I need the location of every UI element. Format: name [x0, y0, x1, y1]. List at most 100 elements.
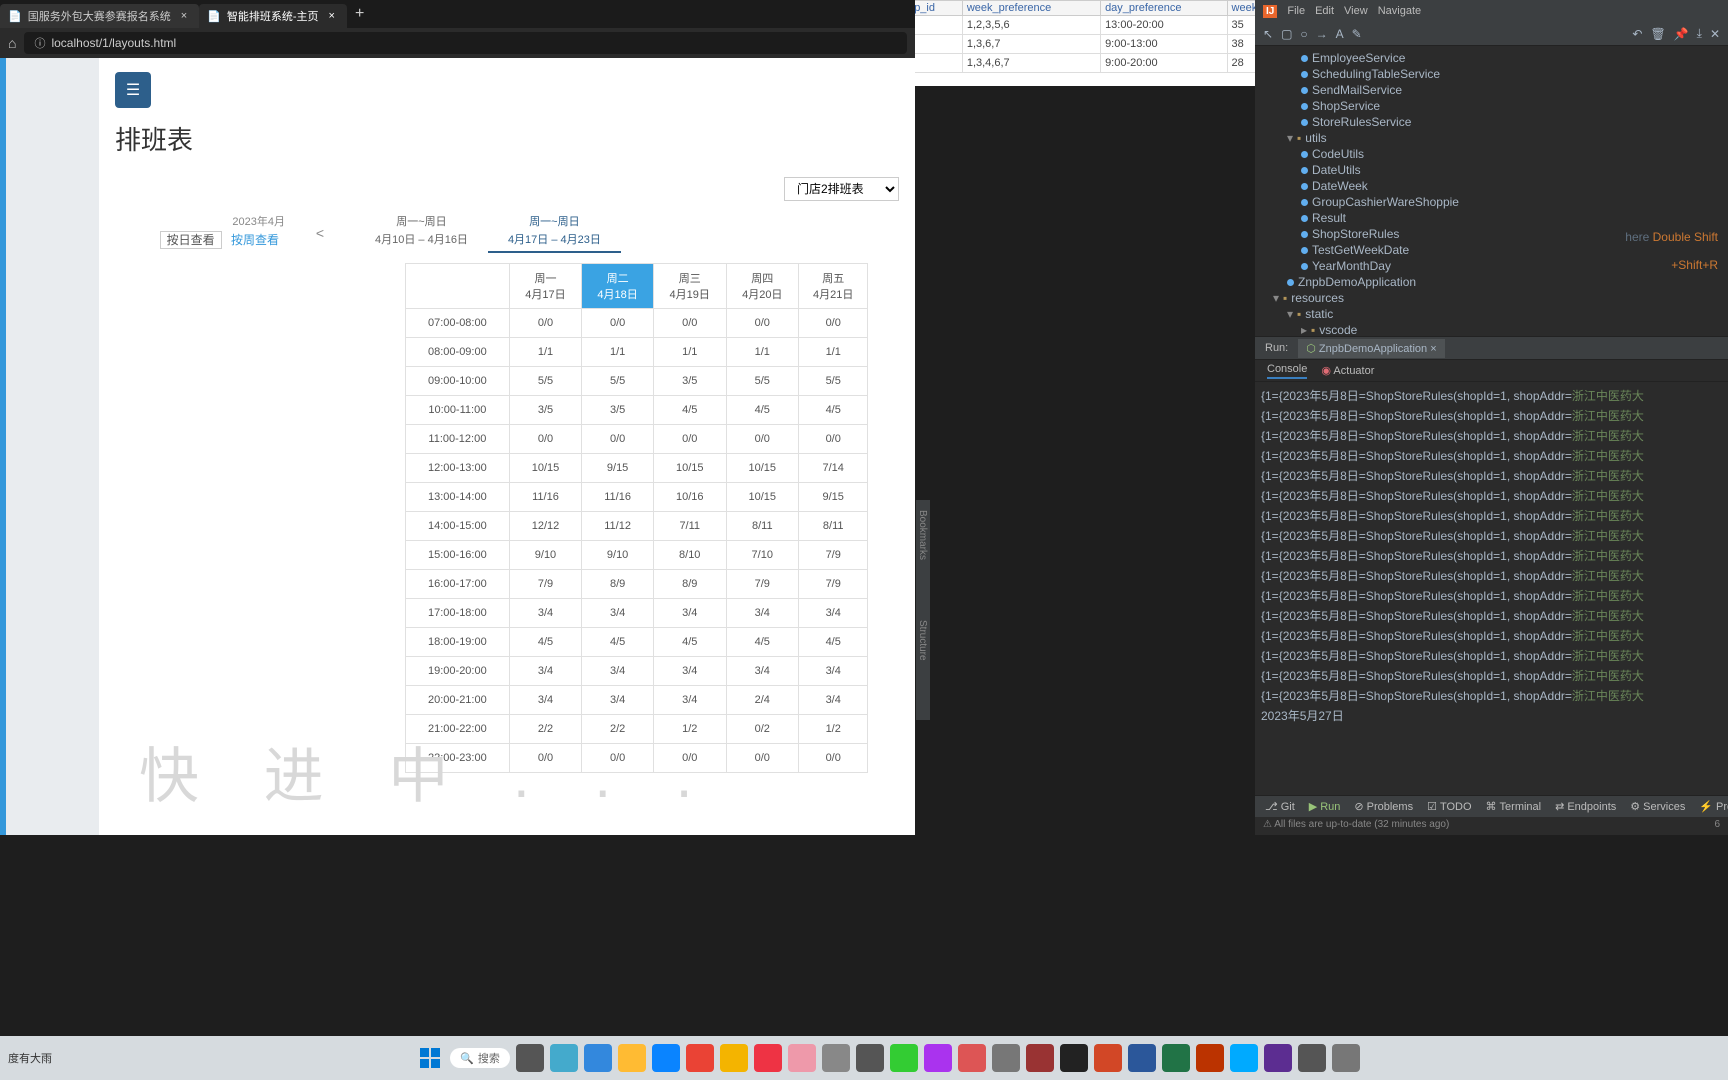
tree-item[interactable]: ▾ ▪ resources — [1273, 290, 1728, 306]
taskbar-ide-icon[interactable] — [1332, 1044, 1360, 1072]
taskbar-term-icon[interactable] — [992, 1044, 1020, 1072]
schedule-cell[interactable]: 10/15 — [726, 454, 799, 483]
tree-item[interactable]: CodeUtils — [1273, 146, 1728, 162]
taskbar-vid-icon[interactable] — [1264, 1044, 1292, 1072]
schedule-cell[interactable]: 7/10 — [726, 541, 799, 570]
tree-item[interactable]: GroupCashierWareShoppie — [1273, 194, 1728, 210]
taskbar-pdf-icon[interactable] — [1128, 1044, 1156, 1072]
schedule-cell[interactable]: 7/14 — [799, 454, 868, 483]
schedule-cell[interactable]: 10/15 — [726, 483, 799, 512]
schedule-cell[interactable]: 3/4 — [582, 657, 654, 686]
toolwindow-run[interactable]: ▶ Run — [1309, 800, 1341, 813]
schedule-cell[interactable]: 0/0 — [509, 425, 582, 454]
taskbar-text-icon[interactable] — [788, 1044, 816, 1072]
taskbar-set-icon[interactable] — [1298, 1044, 1326, 1072]
schedule-cell[interactable]: 5/5 — [509, 367, 582, 396]
schedule-cell[interactable]: 10/16 — [653, 483, 726, 512]
day-header[interactable]: 周三4月19日 — [653, 264, 726, 309]
schedule-cell[interactable]: 5/5 — [582, 367, 654, 396]
schedule-cell[interactable]: 0/2 — [726, 715, 799, 744]
schedule-cell[interactable]: 4/5 — [653, 396, 726, 425]
taskbar-chat-icon[interactable] — [550, 1044, 578, 1072]
hamburger-button[interactable]: ☰ — [115, 72, 151, 108]
bookmarks-tab[interactable]: Bookmarks — [917, 510, 928, 560]
schedule-cell[interactable]: 3/4 — [509, 686, 582, 715]
close-icon[interactable]: × — [1430, 343, 1436, 355]
text-icon[interactable]: A — [1336, 27, 1344, 41]
close-icon[interactable]: × — [325, 10, 339, 22]
tree-item[interactable]: ▾ ▪ utils — [1273, 130, 1728, 146]
address-input[interactable]: ⓘ localhost/1/layouts.html — [24, 32, 907, 54]
schedule-cell[interactable]: 3/4 — [726, 599, 799, 628]
schedule-cell[interactable]: 0/0 — [726, 425, 799, 454]
browser-tab-0[interactable]: 📄 国服务外包大赛参赛报名系统 × — [0, 4, 199, 28]
schedule-cell[interactable]: 8/10 — [653, 541, 726, 570]
schedule-cell[interactable]: 9/10 — [509, 541, 582, 570]
new-tab-button[interactable]: + — [347, 5, 372, 23]
grid-cell[interactable]: 9:00-20:00 — [1101, 54, 1227, 73]
schedule-cell[interactable]: 9/10 — [582, 541, 654, 570]
tree-item[interactable]: ▾ ▪ static — [1273, 306, 1728, 322]
schedule-cell[interactable]: 8/11 — [726, 512, 799, 541]
taskbar-mail-icon[interactable] — [1162, 1044, 1190, 1072]
taskbar-net-icon[interactable] — [1230, 1044, 1258, 1072]
trash-icon[interactable]: 🗑 — [1650, 27, 1665, 41]
toolwindow-terminal[interactable]: ⌘ Terminal — [1486, 800, 1542, 813]
menu-file[interactable]: File — [1287, 5, 1305, 17]
taskbar-chrome-icon[interactable] — [618, 1044, 646, 1072]
schedule-cell[interactable]: 1/1 — [509, 338, 582, 367]
weather-widget[interactable]: 度有大雨 — [8, 1050, 52, 1066]
schedule-cell[interactable]: 3/4 — [726, 657, 799, 686]
schedule-cell[interactable]: 8/9 — [653, 570, 726, 599]
tree-item[interactable]: EmployeeService — [1273, 50, 1728, 66]
schedule-cell[interactable]: 0/0 — [799, 744, 868, 773]
day-header[interactable]: 周五4月21日 — [799, 264, 868, 309]
schedule-cell[interactable]: 0/0 — [653, 425, 726, 454]
taskbar-down-icon[interactable] — [1196, 1044, 1224, 1072]
pen-icon[interactable]: ✎ — [1352, 27, 1362, 41]
tree-item[interactable]: DateUtils — [1273, 162, 1728, 178]
schedule-cell[interactable]: 3/4 — [799, 657, 868, 686]
schedule-cell[interactable]: 3/4 — [653, 599, 726, 628]
schedule-cell[interactable]: 3/5 — [509, 396, 582, 425]
schedule-cell[interactable]: 11/16 — [509, 483, 582, 512]
schedule-cell[interactable]: 3/5 — [653, 367, 726, 396]
tree-item[interactable]: YearMonthDay — [1273, 258, 1728, 274]
console-output[interactable]: {1={2023年5月8日=ShopStoreRules(shopId=1, s… — [1255, 382, 1728, 795]
schedule-cell[interactable]: 3/4 — [653, 686, 726, 715]
schedule-cell[interactable]: 9/15 — [799, 483, 868, 512]
toolwindow-services[interactable]: ⚙ Services — [1630, 800, 1685, 813]
schedule-cell[interactable]: 8/11 — [799, 512, 868, 541]
tree-item[interactable]: StoreRulesService — [1273, 114, 1728, 130]
actuator-tab[interactable]: ◉ Actuator — [1321, 364, 1374, 377]
toolwindow-endpoints[interactable]: ⇄ Endpoints — [1555, 800, 1616, 813]
run-config-tab[interactable]: ⬡ ZnpbDemoApplication × — [1298, 339, 1444, 358]
tree-item[interactable]: DateWeek — [1273, 178, 1728, 194]
schedule-cell[interactable]: 7/11 — [653, 512, 726, 541]
schedule-cell[interactable]: 7/9 — [726, 570, 799, 599]
schedule-cell[interactable]: 4/5 — [582, 628, 654, 657]
schedule-cell[interactable]: 0/0 — [799, 309, 868, 338]
schedule-cell[interactable]: 3/4 — [799, 599, 868, 628]
taskbar-excel-icon[interactable] — [1094, 1044, 1122, 1072]
schedule-cell[interactable]: 4/5 — [653, 628, 726, 657]
schedule-cell[interactable]: 4/5 — [726, 628, 799, 657]
tree-item[interactable]: TestGetWeekDate — [1273, 242, 1728, 258]
schedule-cell[interactable]: 0/0 — [799, 425, 868, 454]
schedule-cell[interactable]: 1/2 — [799, 715, 868, 744]
schedule-cell[interactable]: 5/5 — [799, 367, 868, 396]
grid-header[interactable]: week_preference — [962, 1, 1100, 16]
pin-icon[interactable]: 📌 — [1674, 27, 1689, 41]
browser-tab-1[interactable]: 📄 智能排班系统-主页 × — [199, 4, 347, 28]
schedule-cell[interactable]: 11/16 — [582, 483, 654, 512]
weekly-view-button[interactable]: 按周查看 — [225, 232, 285, 248]
taskbar-ppt-icon[interactable] — [1026, 1044, 1054, 1072]
schedule-cell[interactable]: 7/9 — [799, 570, 868, 599]
grid-cell[interactable]: 1,3,4,6,7 — [962, 54, 1100, 73]
schedule-cell[interactable]: 3/4 — [509, 657, 582, 686]
schedule-cell[interactable]: 9/15 — [582, 454, 654, 483]
schedule-cell[interactable]: 12/12 — [509, 512, 582, 541]
grid-cell[interactable]: 1,2,3,5,6 — [962, 16, 1100, 35]
schedule-cell[interactable]: 3/4 — [509, 599, 582, 628]
taskbar-notes-icon[interactable] — [754, 1044, 782, 1072]
